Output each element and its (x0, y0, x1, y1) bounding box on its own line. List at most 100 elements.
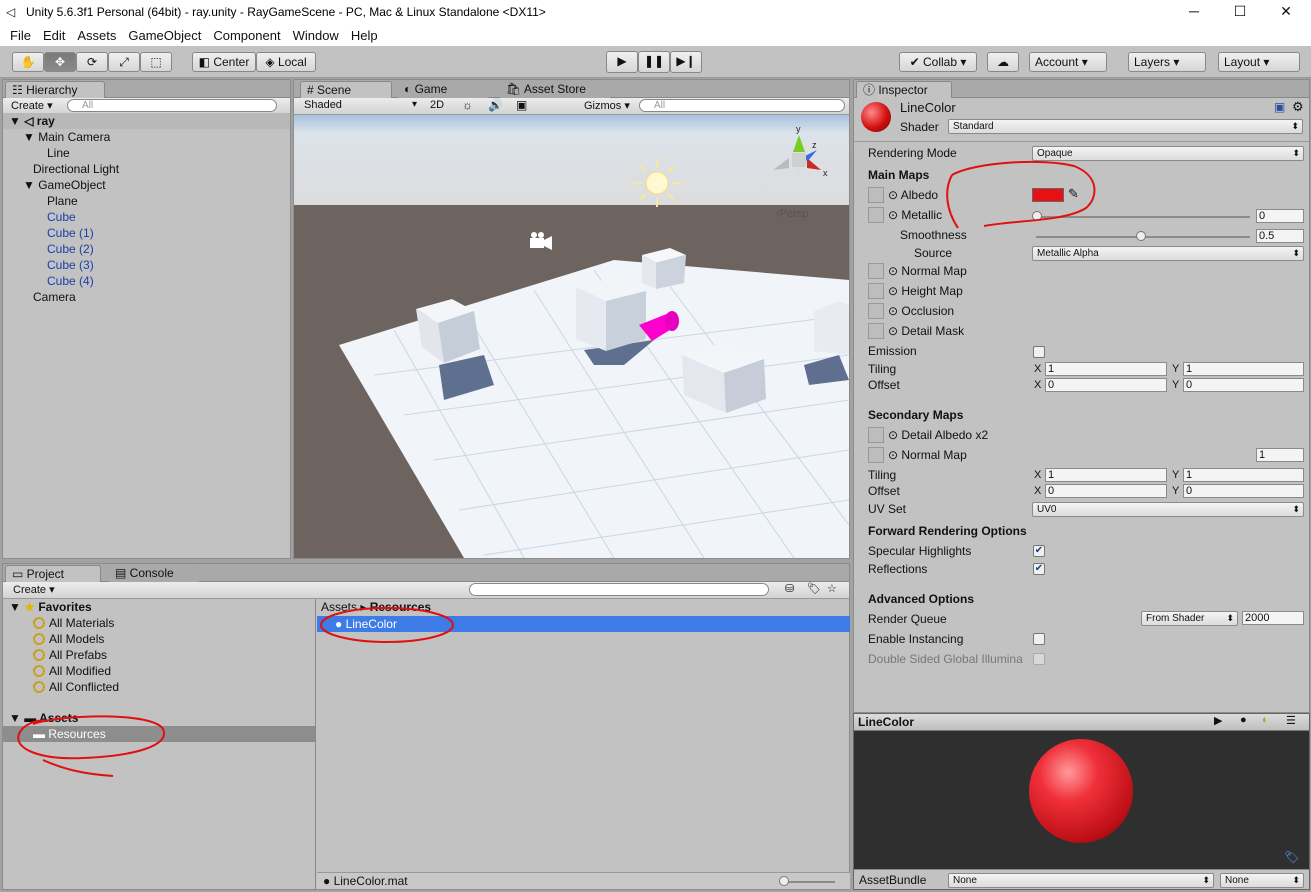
hierarchy-item-cube-3[interactable]: Cube (3) (3, 257, 290, 273)
specular-checkbox[interactable]: ✔ (1033, 545, 1045, 557)
favorite-item[interactable]: All Models (3, 631, 315, 647)
offset-x-field[interactable]: 0 (1045, 378, 1167, 392)
smoothness-value-field[interactable]: 0.5 (1256, 229, 1304, 243)
detail-albedo-texture-slot[interactable] (868, 427, 884, 443)
favorite-item[interactable]: All Materials (3, 615, 315, 631)
tiling2-y-field[interactable]: 1 (1183, 468, 1304, 482)
icon-size-slider-knob[interactable] (779, 876, 789, 886)
collab-button[interactable]: ✔ Collab ▾ (899, 52, 977, 72)
maximize-button[interactable]: ☐ (1217, 0, 1263, 24)
assets-folder-row[interactable]: ▼ ▬ Assets (3, 710, 315, 726)
tiling-y-field[interactable]: 1 (1183, 362, 1304, 376)
menu-window[interactable]: Window (287, 28, 345, 43)
detail-mask-texture-slot[interactable] (868, 323, 884, 339)
assetbundle-dropdown[interactable]: None (948, 873, 1214, 888)
hierarchy-item-line[interactable]: Line (3, 145, 290, 161)
layout-button[interactable]: Layout ▾ (1218, 52, 1300, 72)
lighting-toggle-icon[interactable]: ☼ (462, 98, 473, 112)
albedo-texture-slot[interactable] (868, 187, 884, 203)
search-by-type-icon[interactable]: ⛁ (785, 582, 794, 595)
rendering-mode-dropdown[interactable]: Opaque (1032, 146, 1304, 161)
account-button[interactable]: Account ▾ (1029, 52, 1107, 72)
smoothness-slider-knob[interactable] (1136, 231, 1146, 241)
tab-console[interactable]: ▤ Console (109, 565, 199, 582)
tab-scene[interactable]: # Scene (300, 81, 392, 98)
tab-project[interactable]: ▭ Project (5, 565, 101, 582)
uv-set-dropdown[interactable]: UV0 (1032, 502, 1304, 517)
render-queue-field[interactable]: 2000 (1242, 611, 1304, 625)
preview-light-icon[interactable]: ◐ (1262, 714, 1269, 726)
instancing-checkbox[interactable] (1033, 633, 1045, 645)
menu-assets[interactable]: Assets (71, 28, 122, 43)
move-tool-icon[interactable]: ✥ (44, 52, 76, 72)
offset-y-field[interactable]: 0 (1183, 378, 1304, 392)
material-preview-sphere[interactable] (1029, 739, 1133, 843)
tab-asset-store[interactable]: 🛍 Asset Store (500, 81, 610, 98)
rotate-tool-icon[interactable]: ⟳ (76, 52, 108, 72)
cloud-icon[interactable]: ☁ (987, 52, 1019, 72)
scene-search-input[interactable]: All (639, 99, 845, 112)
pause-button[interactable]: ❚❚ (638, 51, 670, 73)
favorite-item[interactable]: All Conflicted (3, 679, 315, 695)
persp-label[interactable]: ‹Persp (776, 208, 808, 220)
hierarchy-search-input[interactable]: All (67, 99, 277, 112)
emission-checkbox[interactable] (1033, 346, 1045, 358)
metallic-slider-track[interactable] (1036, 216, 1250, 218)
rect-tool-icon[interactable]: ⬚ (140, 52, 172, 72)
offset2-y-field[interactable]: 0 (1183, 484, 1304, 498)
tab-game[interactable]: ◐ Game (398, 81, 488, 98)
preview-play-icon[interactable]: ▶ (1214, 714, 1222, 727)
icon-size-slider-track[interactable] (783, 881, 835, 883)
metallic-value-field[interactable]: 0 (1256, 209, 1304, 223)
hierarchy-item-cube-2[interactable]: Cube (2) (3, 241, 290, 257)
shader-dropdown[interactable]: Standard (948, 119, 1303, 134)
help-icon[interactable]: ▣ (1274, 100, 1285, 114)
scene-viewport[interactable]: z x y ‹Persp (294, 115, 849, 558)
splitter[interactable] (315, 599, 316, 889)
menu-component[interactable]: Component (207, 28, 286, 43)
favorite-star-icon[interactable]: ☆ (827, 582, 837, 595)
metallic-texture-slot[interactable] (868, 207, 884, 223)
favorite-item[interactable]: All Modified (3, 663, 315, 679)
gizmos-dropdown[interactable]: Gizmos ▾ (584, 99, 630, 112)
hierarchy-item-gameobject[interactable]: ▼ GameObject (3, 177, 290, 193)
2d-toggle[interactable]: 2D (430, 99, 444, 111)
menu-help[interactable]: Help (345, 28, 384, 43)
tiling2-x-field[interactable]: 1 (1045, 468, 1167, 482)
tag-icon[interactable]: 🏷 (1284, 850, 1299, 864)
offset2-x-field[interactable]: 0 (1045, 484, 1167, 498)
hierarchy-item-plane[interactable]: Plane (3, 193, 290, 209)
pivot-center-button[interactable]: ◧ Center (192, 52, 256, 72)
shading-dropdown[interactable]: Shaded (304, 99, 342, 111)
breadcrumb-resources[interactable]: Resources (370, 600, 431, 614)
hand-tool-icon[interactable]: ✋ (12, 52, 44, 72)
tab-inspector[interactable]: ⓘ Inspector (856, 81, 952, 98)
menu-gameobject[interactable]: GameObject (122, 28, 207, 43)
normal-map2-texture-slot[interactable] (868, 447, 884, 463)
reflections-checkbox[interactable]: ✔ (1033, 563, 1045, 575)
project-create-button[interactable]: Create ▾ (13, 583, 55, 596)
eyedropper-icon[interactable]: ✎ (1068, 186, 1079, 202)
breadcrumb-assets[interactable]: Assets (321, 600, 357, 614)
favorite-item[interactable]: All Prefabs (3, 647, 315, 663)
normal-map-texture-slot[interactable] (868, 263, 884, 279)
cube-object[interactable] (814, 301, 849, 355)
hierarchy-item-cube-1[interactable]: Cube (1) (3, 225, 290, 241)
source-dropdown[interactable]: Metallic Alpha (1032, 246, 1304, 261)
settings-gear-icon[interactable]: ⚙ (1292, 99, 1304, 115)
albedo-color-swatch[interactable] (1032, 188, 1064, 202)
layers-button[interactable]: Layers ▾ (1128, 52, 1206, 72)
scene-root-row[interactable]: ▼ ◁ ray (3, 113, 290, 129)
menu-edit[interactable]: Edit (37, 28, 71, 43)
hierarchy-item-cube-4[interactable]: Cube (4) (3, 273, 290, 289)
menu-file[interactable]: File (4, 28, 37, 43)
hierarchy-item-directional-light[interactable]: Directional Light (3, 161, 290, 177)
favorites-row[interactable]: ▼ ★ Favorites (3, 599, 315, 615)
hierarchy-create-button[interactable]: Create ▾ (11, 99, 53, 112)
hierarchy-item-cube[interactable]: Cube (3, 209, 290, 225)
pivot-local-button[interactable]: ◈ Local (256, 52, 316, 72)
cube-object[interactable] (642, 248, 686, 289)
render-queue-dropdown[interactable]: From Shader (1141, 611, 1238, 626)
occlusion-texture-slot[interactable] (868, 303, 884, 319)
cube-object[interactable] (576, 277, 646, 351)
